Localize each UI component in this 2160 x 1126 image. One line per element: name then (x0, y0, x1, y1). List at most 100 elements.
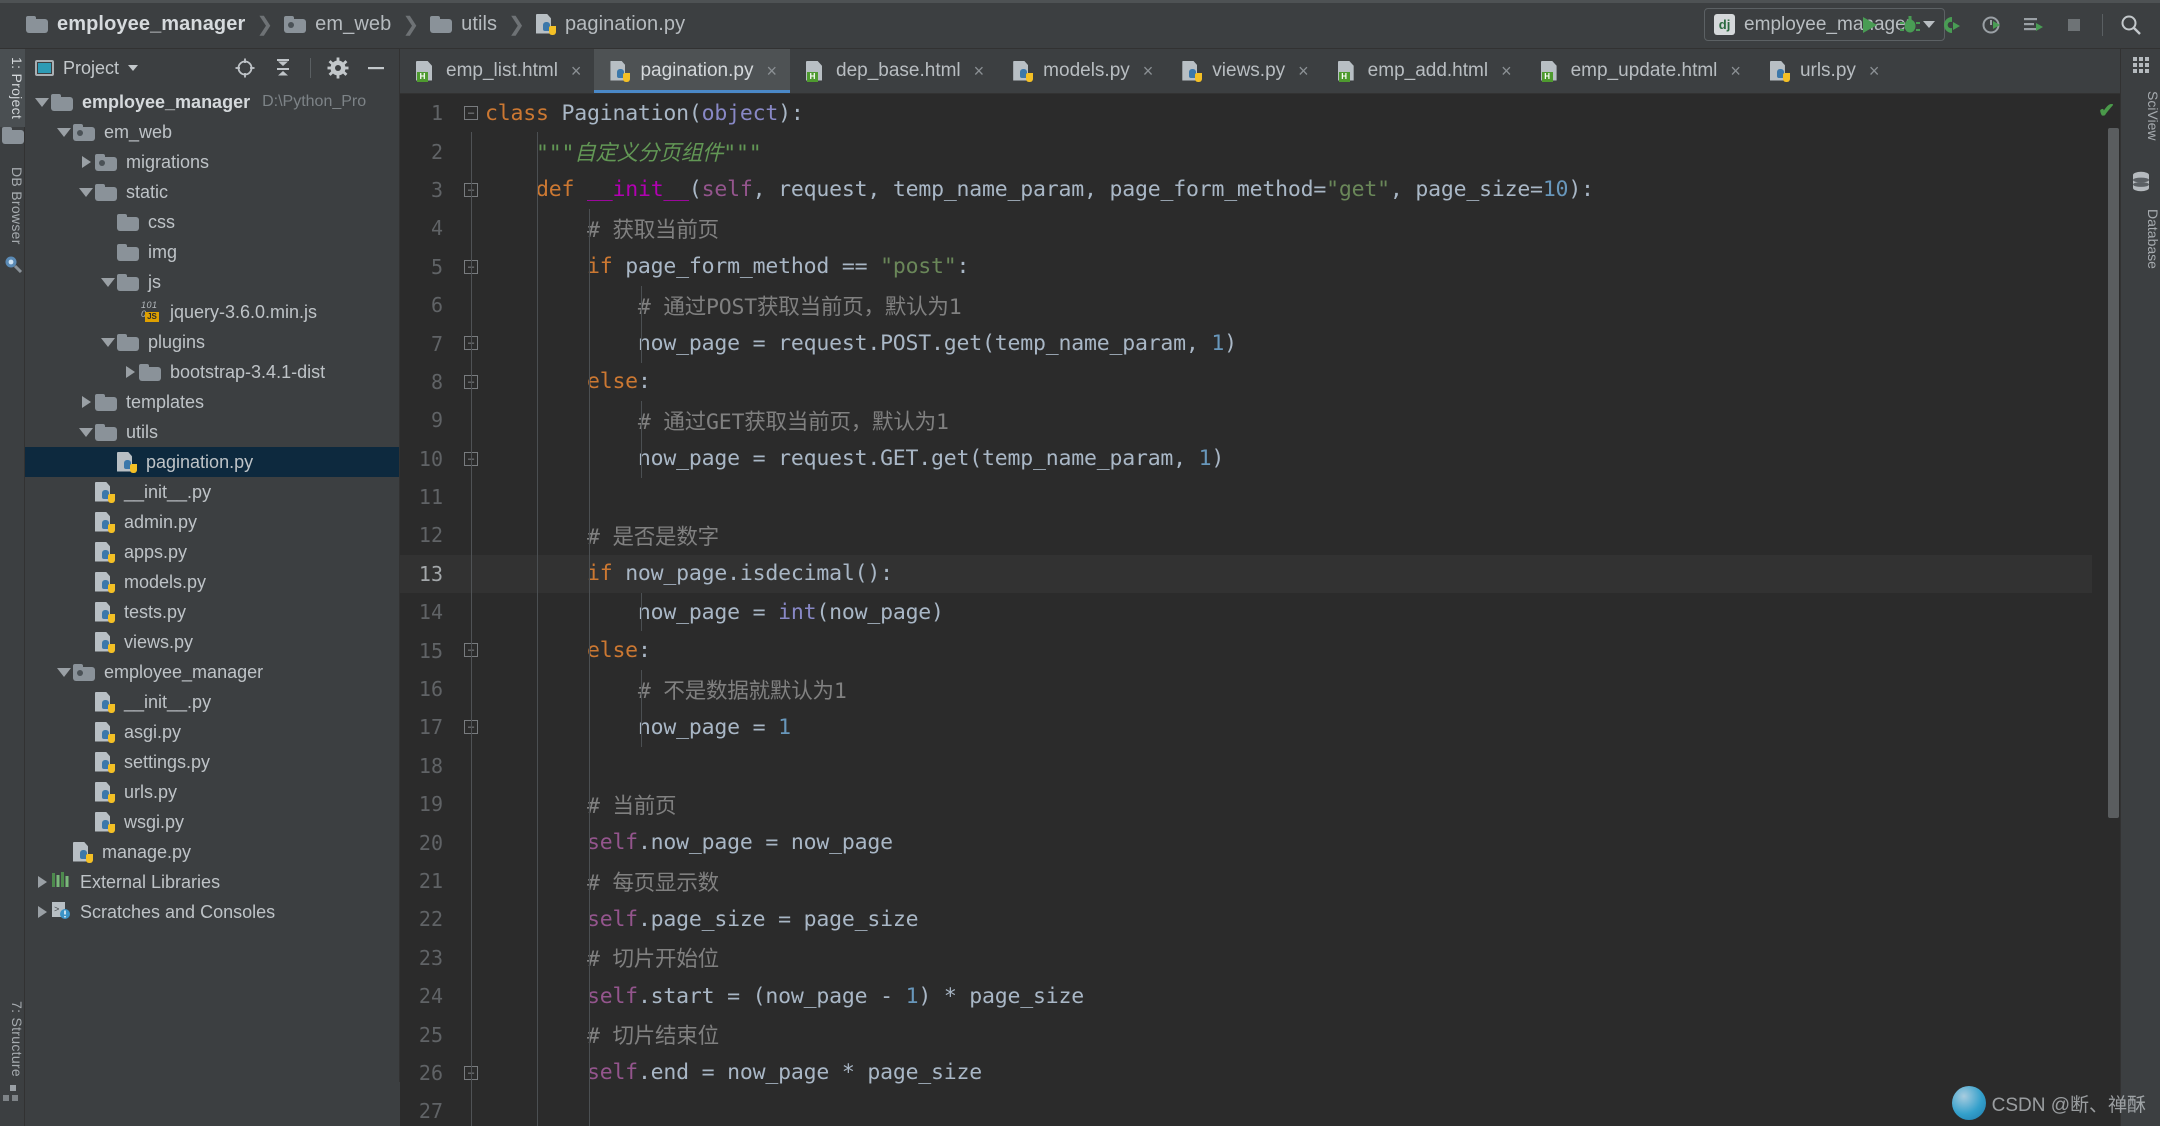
code-line[interactable]: 1 class Pagination(object): (400, 94, 2120, 132)
code-line[interactable]: 26 self.end = now_page * page_size (400, 1053, 2120, 1093)
tree-item[interactable]: templates (25, 387, 399, 417)
breadcrumb-item-pagination-py[interactable]: pagination.py (535, 0, 685, 48)
fold-gutter[interactable] (455, 209, 485, 248)
editor-tab-dep-base-html[interactable]: Hdep_base.html × (790, 49, 997, 93)
fold-gutter[interactable] (455, 593, 485, 632)
fold-gutter[interactable] (455, 94, 485, 132)
code-editor[interactable]: 1class Pagination(object):2 """自定义分页组件""… (400, 94, 2120, 1126)
close-icon[interactable]: × (766, 62, 777, 80)
code-line[interactable]: 5 if page_form_method == "post": (400, 247, 2120, 286)
fold-gutter[interactable] (455, 823, 485, 862)
chevron-right-icon[interactable] (77, 387, 95, 417)
select-opened-file-icon[interactable] (234, 57, 256, 79)
editor-tab-emp-add-html[interactable]: Hemp_add.html × (1322, 49, 1525, 93)
tree-item[interactable]: em_web (25, 117, 399, 147)
editor-marker-gutter[interactable]: ✔ (2092, 94, 2120, 1126)
fold-gutter[interactable] (455, 938, 485, 977)
tree-item[interactable]: static (25, 177, 399, 207)
collapse-all-icon[interactable] (272, 57, 294, 79)
code-line[interactable]: 9 # 通过GET获取当前页，默认为1 (400, 401, 2120, 440)
code-line[interactable]: 25 # 切片结束位 (400, 1015, 2120, 1054)
chevron-down-icon[interactable] (128, 65, 139, 71)
close-icon[interactable]: × (1730, 62, 1741, 80)
fold-collapse-icon[interactable] (464, 106, 478, 120)
project-tree[interactable]: employee_manager D:\Python_Pro em_web migra… (25, 87, 399, 1082)
fold-gutter[interactable] (455, 324, 485, 363)
code-line[interactable]: 14 now_page = int(now_page) (400, 593, 2120, 632)
tree-item[interactable]: __init__.py (25, 477, 399, 507)
search-everywhere-icon[interactable] (2118, 12, 2144, 38)
breadcrumb-item-employee-manager[interactable]: employee_manager (26, 0, 245, 48)
editor-tab-emp-list-html[interactable]: Hemp_list.html × (400, 49, 594, 93)
tree-item[interactable]: utils (25, 417, 399, 447)
fold-gutter[interactable] (455, 785, 485, 824)
fold-gutter[interactable] (455, 1092, 485, 1126)
code-line[interactable]: 23 # 切片开始位 (400, 938, 2120, 977)
tree-item[interactable]: > Scratches and Consoles (25, 897, 399, 927)
tree-item[interactable]: views.py (25, 627, 399, 657)
fold-gutter[interactable] (455, 1053, 485, 1093)
fold-gutter[interactable] (455, 439, 485, 478)
tree-item[interactable]: models.py (25, 567, 399, 597)
code-line[interactable]: 8 else: (400, 362, 2120, 402)
fold-gutter[interactable] (455, 401, 485, 440)
tree-item[interactable]: asgi.py (25, 717, 399, 747)
hide-panel-icon[interactable] (365, 57, 387, 79)
chevron-right-icon[interactable] (121, 357, 139, 387)
sidebar-item-structure[interactable]: 7: Structure (0, 993, 25, 1085)
fold-gutter[interactable] (455, 900, 485, 939)
fold-gutter[interactable] (455, 976, 485, 1016)
settings-gear-icon[interactable] (327, 57, 349, 79)
chevron-down-icon[interactable] (99, 327, 117, 357)
chevron-down-icon[interactable] (33, 87, 51, 117)
close-icon[interactable]: × (1501, 62, 1512, 80)
tree-item[interactable]: urls.py (25, 777, 399, 807)
chevron-down-icon[interactable] (77, 177, 95, 207)
tree-item[interactable]: __init__.py (25, 687, 399, 717)
code-line[interactable]: 6 # 通过POST获取当前页，默认为1 (400, 285, 2120, 325)
sidebar-item-db-browser[interactable]: DB Browser (0, 159, 25, 253)
breadcrumb-item-em-web[interactable]: em_web (284, 0, 391, 48)
tree-item[interactable]: admin.py (25, 507, 399, 537)
tree-item[interactable]: tests.py (25, 597, 399, 627)
fold-gutter[interactable] (455, 285, 485, 325)
editor-tab-pagination-py[interactable]: pagination.py × (594, 49, 790, 93)
code-line[interactable]: 18 (400, 746, 2120, 786)
code-line[interactable]: 19 # 当前页 (400, 785, 2120, 824)
tree-item[interactable]: css (25, 207, 399, 237)
sidebar-item-project[interactable]: 1: Project (0, 49, 25, 128)
tree-item[interactable]: plugins (25, 327, 399, 357)
editor-tab-models-py[interactable]: models.py × (997, 49, 1166, 93)
fold-gutter[interactable] (455, 669, 485, 709)
code-line[interactable]: 17 now_page = 1 (400, 708, 2120, 747)
close-icon[interactable]: × (1869, 62, 1880, 80)
code-line[interactable]: 3 def __init__(self, request, temp_name_… (400, 170, 2120, 210)
code-line[interactable]: 20 self.now_page = now_page (400, 823, 2120, 862)
tree-item[interactable]: manage.py (25, 837, 399, 867)
fold-gutter[interactable] (455, 631, 485, 670)
fold-gutter[interactable] (455, 362, 485, 402)
fold-gutter[interactable] (455, 746, 485, 786)
fold-gutter[interactable] (455, 477, 485, 517)
code-line[interactable]: 11 (400, 477, 2120, 517)
close-icon[interactable]: × (571, 62, 582, 80)
debug-button[interactable] (1897, 12, 1923, 38)
chevron-down-icon[interactable] (55, 117, 73, 147)
fold-gutter[interactable] (455, 554, 485, 594)
tree-item[interactable]: 101 0 JS jquery-3.6.0.min.js (25, 297, 399, 327)
sidebar-item-sciview[interactable]: SciView (2121, 81, 2160, 151)
sidebar-item-database[interactable]: Database (2121, 199, 2160, 279)
tree-item[interactable]: wsgi.py (25, 807, 399, 837)
tree-item[interactable]: settings.py (25, 747, 399, 777)
tree-item[interactable]: apps.py (25, 537, 399, 567)
chevron-right-icon[interactable] (33, 897, 51, 927)
close-icon[interactable]: × (1298, 62, 1309, 80)
code-line[interactable]: 16 # 不是数据就默认为1 (400, 669, 2120, 709)
chevron-down-icon[interactable] (55, 657, 73, 687)
chevron-right-icon[interactable] (77, 147, 95, 177)
tree-item[interactable]: employee_manager (25, 657, 399, 687)
breadcrumb-item-utils[interactable]: utils (430, 0, 497, 48)
code-line[interactable]: 2 """自定义分页组件""" (400, 132, 2120, 171)
fold-gutter[interactable] (455, 1015, 485, 1054)
code-line[interactable]: 7 now_page = request.POST.get(temp_name_… (400, 324, 2120, 363)
